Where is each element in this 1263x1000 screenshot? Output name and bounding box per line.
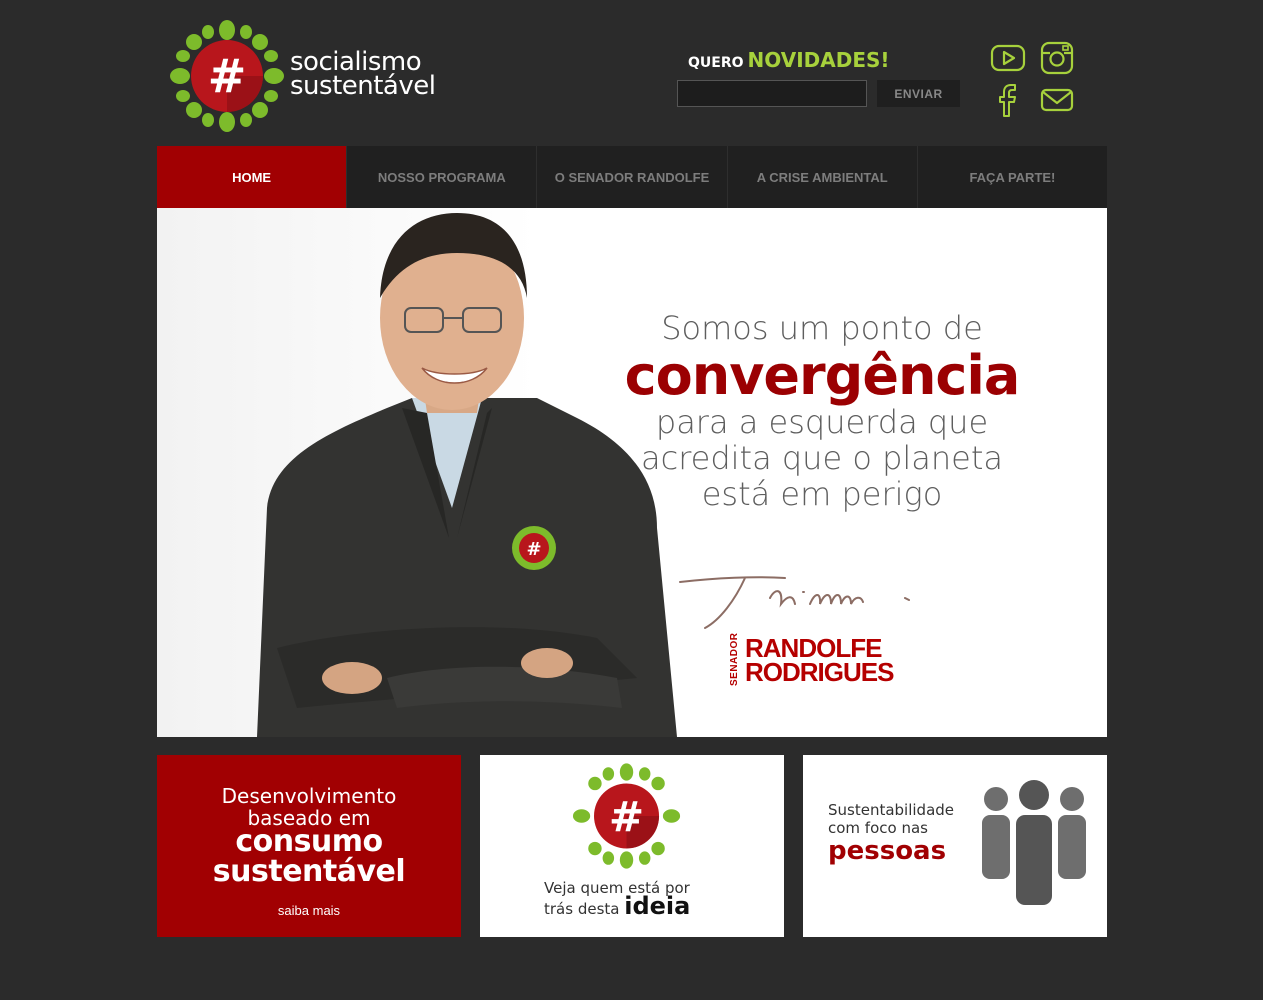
svg-text:#: # (609, 792, 644, 841)
main-nav: HOME NOSSO PROGRAMA O SENADOR RANDOLFE A… (157, 146, 1107, 208)
card-mid-caption: Veja quem está por trás desta ideia (544, 879, 690, 918)
people-group-icon (982, 780, 1086, 905)
hero-line-1: Somos um ponto de (661, 309, 983, 347)
svg-text:#: # (208, 49, 247, 103)
consumo-sustentavel-card[interactable]: Desenvolvimento baseado em consumo suste… (157, 755, 461, 937)
youtube-icon (990, 44, 1026, 72)
card-right-line-1: Sustentabilidade (828, 801, 955, 819)
svg-text:#: # (526, 539, 541, 560)
signature-title: SENADOR (729, 632, 740, 686)
newsletter-submit-button[interactable]: ENVIAR (877, 80, 960, 107)
nav-item-nosso-programa[interactable]: NOSSO PROGRAMA (347, 146, 538, 208)
card-right-highlight: pessoas (828, 836, 947, 866)
ideia-card[interactable]: # Veja quem está por trás desta ideia (480, 755, 784, 937)
instagram-link[interactable] (1039, 40, 1075, 76)
card-red-line-1: Desenvolvimento (221, 784, 397, 808)
nav-item-o-senador-randolfe[interactable]: O SENADOR RANDOLFE (537, 146, 728, 208)
saiba-mais-link[interactable]: saiba mais (157, 903, 461, 918)
signature-name: RANDOLFE RODRIGUES (745, 635, 894, 687)
card-right-line-2: com foco nas (828, 819, 928, 837)
signature-last-name: RODRIGUES (745, 657, 894, 687)
logo-line-2: sustentável (290, 71, 436, 101)
email-link[interactable] (1039, 82, 1075, 118)
youtube-link[interactable] (990, 40, 1026, 76)
card-red-headline: consumo sustentável (157, 827, 461, 887)
nav-item-faca-parte[interactable]: FAÇA PARTE! (918, 146, 1107, 208)
instagram-icon (1040, 41, 1074, 75)
newsletter-email-input[interactable] (677, 80, 867, 107)
card-red-line-4: sustentável (212, 854, 406, 889)
pessoas-card[interactable]: Sustentabilidade com foco nas pessoas (803, 755, 1107, 937)
facebook-icon (999, 84, 1016, 117)
card-red-intro: Desenvolvimento baseado em (157, 785, 461, 829)
facebook-link[interactable] (990, 82, 1026, 118)
hashtag-flower-icon: # (170, 20, 284, 132)
site-logo[interactable]: # socialismo sustentável (170, 20, 440, 132)
hero-line-5: está em perigo (701, 475, 943, 513)
hero-banner[interactable]: # Somos um ponto de convergência para a … (157, 208, 1107, 737)
newsletter-heading: NOVIDADES! (747, 48, 890, 72)
hashtag-flower-icon: # (572, 763, 681, 869)
nav-item-home[interactable]: HOME (157, 146, 348, 208)
hero-highlight: convergência (624, 344, 1021, 407)
card-right-caption: Sustentabilidade com foco nas pessoas (828, 801, 954, 865)
card-red-line-3: consumo (235, 824, 383, 859)
hero-line-3: para a esquerda que (655, 403, 989, 441)
hero-headline: Somos um ponto de convergência para a es… (587, 308, 1057, 512)
card-mid-line-2: trás desta (544, 900, 620, 918)
hero-line-4: acredita que o planeta (640, 439, 1003, 477)
email-icon (1040, 88, 1074, 112)
newsletter-prefix: QUERO (688, 55, 744, 71)
card-mid-highlight: ideia (624, 892, 691, 920)
nav-item-a-crise-ambiental[interactable]: A CRISE AMBIENTAL (728, 146, 918, 208)
handwritten-signature (679, 576, 910, 629)
newsletter-title: QUERO NOVIDADES! (688, 48, 890, 72)
